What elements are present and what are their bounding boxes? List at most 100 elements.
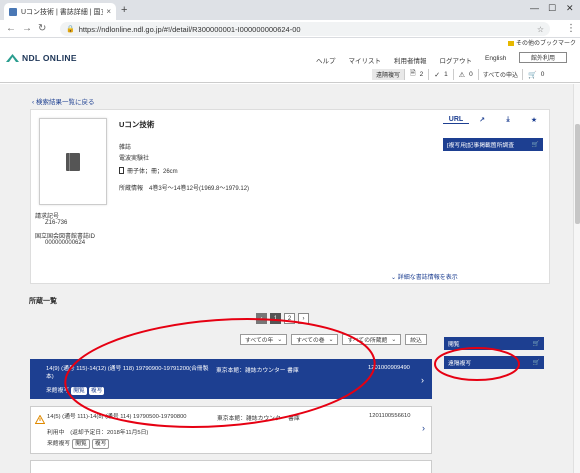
holding-volume: 14(5) (通号 111)-14(8) (通号 114) 19790500-1…	[47, 414, 187, 420]
nav-user-info[interactable]: 利用者情報	[394, 55, 427, 65]
url-button[interactable]: URL	[443, 116, 469, 124]
bookmark-bar: その他のブックマーク	[0, 38, 580, 47]
narrow-button[interactable]: 絞込	[405, 334, 427, 345]
format-text: 冊子体；冊；26cm	[127, 169, 178, 175]
holdings-info: 所蔵情報 4巻3号～14巻12号(1969.8～1979.12)	[119, 186, 250, 192]
cart-icon: 🛒	[532, 359, 540, 366]
chevron-down-icon: ⌄	[277, 336, 283, 343]
favorite-star-icon[interactable]: ★	[521, 116, 547, 124]
back-to-results-link[interactable]: ‹ 検索結果一覧に戻る	[32, 96, 94, 106]
all-requests-link[interactable]: すべての申込	[479, 69, 524, 80]
card-actions: URL ↗ ⤓ ★	[443, 116, 547, 124]
holding-call-number: 1201100556610	[369, 413, 411, 419]
remote-copy-tab[interactable]: 遠隔複写	[372, 69, 406, 80]
page-1[interactable]: 1	[270, 313, 281, 324]
book-thumbnail	[39, 118, 107, 205]
cart-icon: 🛒	[531, 141, 539, 148]
chevron-right-icon[interactable]: ›	[421, 375, 424, 385]
format-info: 冊子体；冊；26cm	[119, 166, 178, 175]
chevron-right-icon[interactable]: ›	[422, 423, 425, 433]
holding-row-partial[interactable]	[30, 460, 432, 473]
site-header: NDL ONLINE ヘルプ マイリスト 利用者情報 ログアウト English…	[0, 47, 580, 83]
holding-volume: 14(9) (通号 115)-14(12) (通号 118) 19790900-…	[46, 366, 209, 380]
warning-count[interactable]: ⚠ 0	[454, 69, 479, 80]
view-request-button[interactable]: 閲覧 🛒	[444, 337, 544, 350]
tag-copy: 複写	[88, 387, 105, 395]
browser-tabstrip: Uコン技術 | 書誌詳細 | 国立国会 × + — ☐ ✕	[0, 0, 580, 20]
cart-count[interactable]: 🛒 0	[523, 69, 549, 80]
bookmark-star-icon[interactable]: ☆	[537, 25, 544, 34]
volume-filter-select[interactable]: すべての巻 ⌄	[291, 334, 339, 345]
holdings-filters: すべての年 ⌄ すべての巻 ⌄ すべての所蔵館 ⌄ 絞込	[240, 334, 427, 345]
download-icon[interactable]: ⤓	[495, 116, 521, 124]
book-icon	[66, 152, 80, 171]
nav-help[interactable]: ヘルプ	[316, 55, 336, 65]
tag-copy: 複写	[91, 439, 110, 449]
forward-arrow-icon[interactable]: →	[22, 23, 32, 34]
minimize-icon[interactable]: —	[530, 3, 539, 13]
show-more-bib-link[interactable]: ⌄ 詳細な書誌情報を表示	[391, 272, 458, 281]
back-arrow-icon[interactable]: ←	[6, 23, 16, 34]
item-publisher: 電波実験社	[119, 156, 150, 162]
check-count[interactable]: ✓ 1	[429, 69, 454, 80]
copy-request-count[interactable]: 🗎 2	[405, 69, 430, 80]
document-icon: 🗎	[410, 70, 416, 77]
ndl-logo-icon	[6, 54, 19, 62]
remote-copy-label: 遠隔複写	[448, 361, 472, 367]
item-type: 雑誌	[119, 145, 132, 151]
close-window-icon[interactable]: ✕	[566, 3, 574, 14]
nav-english[interactable]: English	[485, 55, 506, 65]
browser-tab[interactable]: Uコン技術 | 書誌詳細 | 国立国会 ×	[4, 3, 116, 20]
chevron-down-icon: ⌄	[391, 336, 397, 343]
holdings-heading: 所蔵一覧	[29, 298, 57, 305]
page-scrollbar[interactable]	[573, 84, 580, 473]
copy-survey-label: [複写用]記事掲載箇所調査	[447, 143, 514, 149]
booklet-icon	[119, 167, 124, 174]
cart-icon: 🛒	[528, 71, 537, 79]
url-text: https://ndlonline.ndl.go.jp/#!/detail/R3…	[78, 24, 301, 34]
scrollbar-thumb[interactable]	[575, 124, 580, 224]
library-filter-select[interactable]: すべての所蔵館 ⌄	[342, 334, 402, 345]
holding-location: 東京本館：雑誌カウンター 書庫	[217, 416, 300, 422]
check-circle-icon: ✓	[434, 71, 441, 79]
maximize-icon[interactable]: ☐	[548, 3, 556, 14]
year-filter-select[interactable]: すべての年 ⌄	[240, 334, 288, 345]
call-number-label: 請求記号	[35, 214, 60, 220]
top-navigation: ヘルプ マイリスト 利用者情報 ログアウト English	[316, 55, 506, 65]
browser-toolbar: ← → ↻ 🔒 https://ndlonline.ndl.go.jp/#!/d…	[0, 20, 580, 38]
prev-page-button[interactable]: ‹	[256, 313, 267, 324]
holding-status: 利用中 (返却予定日：2018年11月5日)	[47, 430, 149, 436]
nav-mylist[interactable]: マイリスト	[349, 55, 382, 65]
holding-call-number: 1201000909490	[368, 365, 410, 371]
holding-row-selected[interactable]: 14(9) (通号 115)-14(12) (通号 118) 19790900-…	[30, 359, 432, 399]
site-favicon-icon	[9, 7, 17, 16]
remote-copy-button[interactable]: 遠隔複写 🛒	[444, 356, 544, 369]
holding-status: 来館複写 閲覧 複写	[46, 387, 105, 395]
warning-icon	[35, 415, 45, 424]
browser-menu-icon[interactable]: ⋮	[566, 23, 576, 34]
tag-view: 閲覧	[72, 439, 90, 449]
ndl-logo[interactable]: NDL ONLINE	[6, 53, 77, 63]
copy-survey-button[interactable]: [複写用]記事掲載箇所調査 🛒	[443, 138, 543, 151]
call-number-value: Z16-736	[45, 220, 68, 226]
page-2[interactable]: 2	[284, 313, 295, 324]
remote-use-button[interactable]: 館外利用	[519, 52, 567, 63]
request-status-bar: 遠隔複写 🗎 2 ✓ 1 ⚠ 0 すべての申込 🛒 0	[372, 69, 549, 80]
next-page-button[interactable]: ›	[298, 313, 309, 324]
bibliographic-detail-card: Uコン技術 雑誌 電波実験社 冊子体；冊；26cm 所蔵情報 4巻3号～14巻1…	[30, 109, 550, 284]
chevron-down-icon: ⌄	[328, 336, 334, 343]
logo-text: NDL ONLINE	[22, 53, 77, 63]
holding-row[interactable]: 14(5) (通号 111)-14(8) (通号 114) 19790500-1…	[30, 406, 432, 454]
other-bookmarks[interactable]: その他のブックマーク	[507, 38, 576, 47]
tab-close-icon[interactable]: ×	[106, 7, 111, 16]
new-tab-button[interactable]: +	[121, 4, 127, 16]
holding-location: 東京本館：雑誌カウンター 書庫	[216, 368, 299, 374]
cart-icon: 🛒	[532, 340, 540, 347]
address-bar[interactable]: 🔒 https://ndlonline.ndl.go.jp/#!/detail/…	[60, 22, 550, 36]
nav-logout[interactable]: ログアウト	[440, 55, 473, 65]
main-content: ‹ 検索結果一覧に戻る Uコン技術 雑誌 電波実験社 冊子体；冊；26cm 所蔵…	[0, 84, 573, 473]
holding-action-buttons: 閲覧 🛒 遠隔複写 🛒	[444, 337, 544, 375]
reload-icon[interactable]: ↻	[38, 23, 46, 34]
external-link-icon[interactable]: ↗	[469, 116, 495, 124]
lock-icon: 🔒	[66, 26, 75, 33]
